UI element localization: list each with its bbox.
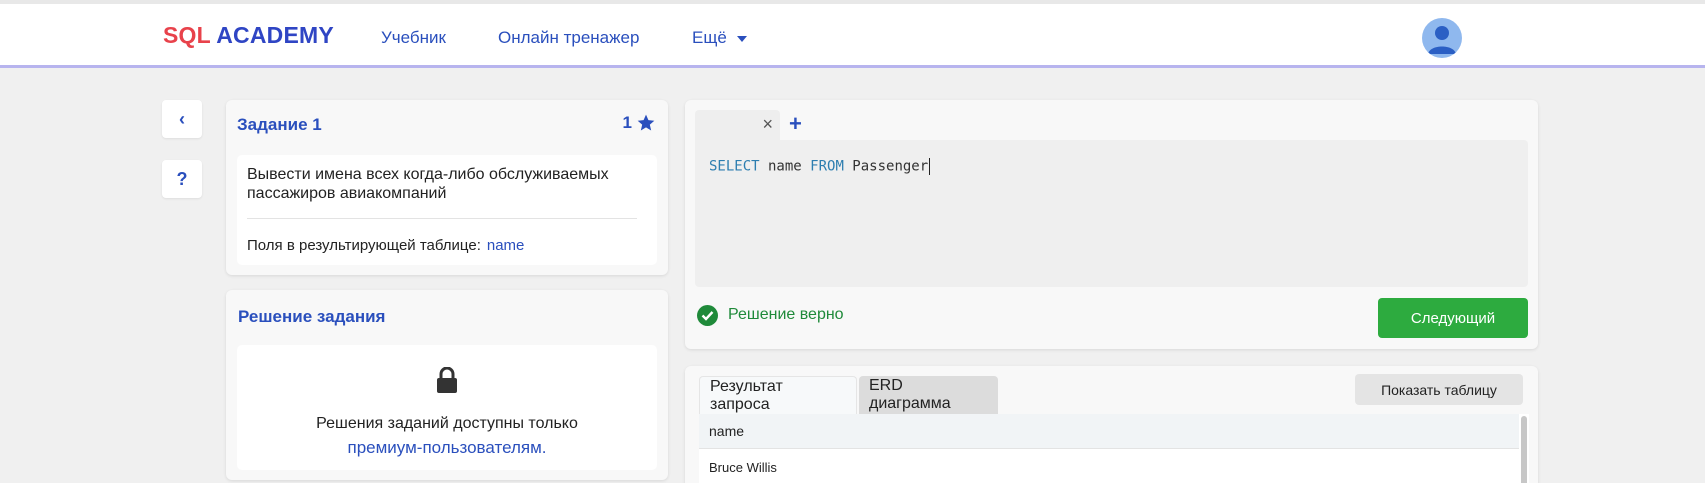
- solution-title: Решение задания: [238, 307, 386, 326]
- nav-more-label: Ещё: [692, 28, 727, 47]
- sql-code: SELECT name FROM Passenger: [709, 158, 931, 175]
- result-table: name Bruce Willis: [699, 414, 1529, 483]
- logo-sql: SQL: [163, 22, 211, 48]
- star-icon: [637, 114, 655, 131]
- question-icon: ?: [176, 168, 188, 189]
- task-card: Задание 1 1 Вывести имена всех когда-либ…: [226, 100, 668, 275]
- fields-value: name: [486, 237, 525, 254]
- task-title: Задание 1: [237, 115, 322, 134]
- locked-link-wrap: премиум-пользователям.: [237, 438, 657, 458]
- lock-icon: [437, 367, 457, 393]
- next-button[interactable]: Следующий: [1378, 298, 1528, 338]
- back-button[interactable]: ‹: [162, 100, 202, 138]
- logo-academy: ACADEMY: [216, 22, 334, 48]
- task-description: Вывести имена всех когда-либо обслуживае…: [247, 166, 609, 202]
- table-row: Bruce Willis: [709, 459, 777, 475]
- results-card: Результат запроса ERD диаграмма Показать…: [685, 366, 1538, 483]
- nav-tutorial[interactable]: Учебник: [381, 28, 446, 48]
- stars-count: 1: [622, 113, 632, 132]
- top-header: SQL ACADEMY Учебник Онлайн тренажер Ещё: [0, 0, 1705, 68]
- user-icon: [1428, 26, 1456, 54]
- divider: [247, 218, 637, 219]
- result-fields: Поля в результирующей таблице: name: [247, 237, 524, 254]
- tab-query-result[interactable]: Результат запроса: [699, 376, 857, 414]
- help-button[interactable]: ?: [162, 160, 202, 198]
- locked-text: Решения заданий доступны только: [316, 415, 578, 432]
- nav-trainer[interactable]: Онлайн тренажер: [498, 28, 639, 48]
- table-scrollbar[interactable]: [1521, 416, 1527, 483]
- chevron-left-icon: ‹: [179, 108, 185, 129]
- solution-locked-panel: Решения заданий доступны только премиум-…: [237, 345, 657, 470]
- tab-erd-diagram[interactable]: ERD диаграмма: [859, 376, 998, 414]
- code-text-table: Passenger: [843, 158, 929, 175]
- query-tab[interactable]: ×: [695, 110, 780, 140]
- nav-more[interactable]: Ещё: [692, 28, 747, 48]
- task-body: Вывести имена всех когда-либо обслуживае…: [237, 155, 657, 265]
- code-keyword-from: FROM: [810, 158, 844, 175]
- task-stars: 1: [623, 113, 656, 133]
- check-circle-icon: [697, 305, 718, 326]
- sql-editor[interactable]: SELECT name FROM Passenger: [695, 140, 1528, 287]
- fields-label: Поля в результирующей таблице:: [247, 237, 481, 254]
- solution-card: Решение задания Решения заданий доступны…: [226, 290, 668, 480]
- editor-card: × + SELECT name FROM Passenger Решение в…: [685, 100, 1538, 349]
- show-table-button[interactable]: Показать таблицу: [1355, 374, 1523, 405]
- code-text-name: name: [759, 158, 811, 175]
- add-tab-button[interactable]: +: [789, 111, 802, 137]
- close-tab-icon[interactable]: ×: [762, 114, 773, 135]
- avatar[interactable]: [1422, 18, 1462, 58]
- text-cursor: [929, 158, 931, 175]
- site-logo[interactable]: SQL ACADEMY: [163, 22, 334, 49]
- status-text: Решение верно: [728, 306, 844, 323]
- code-keyword-select: SELECT: [709, 158, 760, 175]
- table-header-name: name: [699, 414, 1519, 449]
- premium-link[interactable]: премиум-пользователям.: [347, 438, 546, 457]
- chevron-down-icon: [736, 35, 747, 42]
